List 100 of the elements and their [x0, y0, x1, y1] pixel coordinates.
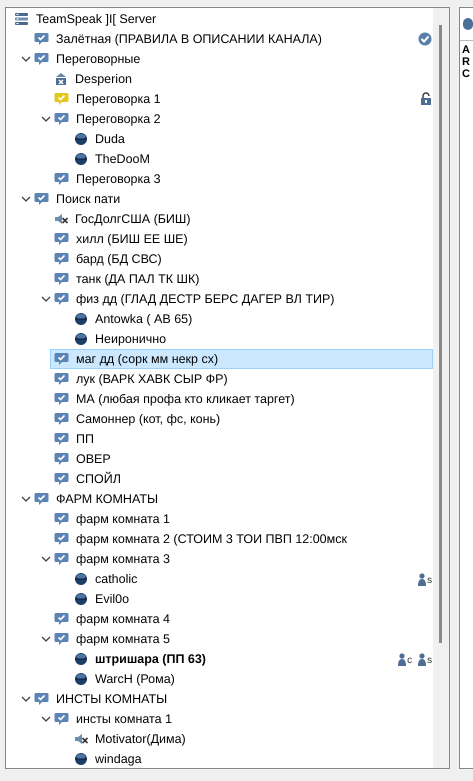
tree-item[interactable]: фарм комната 1 [50, 509, 434, 529]
tree-item[interactable]: физ дд (ГЛАД ДЕСТР БЕРС ДАГЕР ВЛ ТИР) [50, 289, 434, 309]
user-name: TheDooM [95, 152, 150, 166]
channel-bubble-icon [34, 52, 49, 66]
tree-item[interactable]: Поиск пати [30, 189, 434, 209]
away-icon [54, 72, 68, 86]
tree-item[interactable]: ОВЕР [50, 449, 434, 469]
chevron-down-icon[interactable] [41, 554, 51, 564]
channel-name: ИНСТЫ КОМНАТЫ [56, 692, 168, 706]
tree-item[interactable]: СПОЙЛ [50, 469, 434, 489]
tree-item[interactable]: штришара (ПП 63) c s [70, 649, 434, 669]
tree-item[interactable]: Переговорка 3 [50, 169, 434, 189]
channel-name: Переговорка 3 [76, 172, 161, 186]
channel-bubble-icon [54, 372, 69, 386]
scrollbar-thumb[interactable] [439, 25, 442, 643]
chevron-down-icon[interactable] [21, 494, 31, 504]
user-orb-icon [74, 152, 88, 166]
channel-name: Поиск пати [56, 192, 120, 206]
tree-item[interactable]: ГосДолгСША (БИШ) [50, 209, 434, 229]
tree-item[interactable]: фарм комната 5 [50, 629, 434, 649]
chevron-down-icon[interactable] [41, 714, 51, 724]
tree-item[interactable]: Evil0o [70, 589, 434, 609]
channel-bubble-icon [54, 292, 69, 306]
user-name: Motivator(Дима) [95, 732, 186, 746]
channel-name: Переговорка 2 [76, 112, 161, 126]
tree-item[interactable]: windaga [70, 749, 434, 768]
tree-item[interactable]: Переговорка 2 [50, 109, 434, 129]
tree-item[interactable]: Самоннер (кот, фс, конь) [50, 409, 434, 429]
tree-item[interactable]: бард (БД СВС) [50, 249, 434, 269]
channel-name: МА (любая профа кто кликает таргет) [76, 392, 295, 406]
channel-bubble-icon [54, 512, 69, 526]
channel-bubble-icon [34, 32, 49, 46]
channel-bubble-icon [54, 452, 69, 466]
info-text: C [462, 68, 471, 80]
user-name: catholic [95, 572, 138, 586]
person-icon [418, 572, 426, 586]
chevron-down-icon[interactable] [41, 114, 51, 124]
tree-item[interactable]: Залётная (ПРАВИЛА В ОПИСАНИИ КАНАЛА) [30, 29, 434, 49]
muted-speaker-icon [54, 212, 68, 226]
channel-name: маг дд (сорк мм некр сх) [76, 352, 218, 366]
tree-item[interactable]: ПП [50, 429, 434, 449]
tree-item[interactable]: ИНСТЫ КОМНАТЫ [30, 689, 434, 709]
chevron-down-icon[interactable] [41, 294, 51, 304]
tree-item[interactable]: фарм комната 2 (СТОИМ 3 ТОИ ПВП 12:00мск [50, 529, 434, 549]
channel-bubble-icon [54, 612, 69, 626]
channel-bubble-icon [54, 352, 69, 366]
user-orb-icon [74, 132, 88, 146]
tree-item[interactable]: TheDooM [70, 149, 434, 169]
info-text: R [462, 56, 471, 68]
user-name: WarcH (Рома) [95, 672, 175, 686]
scrollbar[interactable] [433, 8, 450, 768]
channel-bubble-icon [54, 712, 69, 726]
channel-bubble-icon [54, 532, 69, 546]
channel-bubble-icon [34, 192, 49, 206]
tree-item[interactable]: фарм комната 3 [50, 549, 434, 569]
channel-name: СПОЙЛ [76, 472, 121, 486]
tree-item[interactable]: Duda [70, 129, 434, 149]
user-orb-icon [74, 592, 88, 606]
channel-name: лук (ВАРК ХАВК СЫР ФР) [76, 372, 228, 386]
info-text: A [462, 44, 471, 56]
user-name: Evil0o [95, 592, 130, 606]
server-name: TeamSpeak ]I[ Server [36, 12, 156, 26]
server-item[interactable]: TeamSpeak ]I[ Server [10, 9, 434, 29]
user-orb-icon [74, 752, 88, 766]
chevron-down-icon[interactable] [41, 634, 51, 644]
user-name: ГосДолгСША (БИШ) [75, 212, 191, 226]
tree-item[interactable]: Переговорные [30, 49, 434, 69]
tree-item[interactable]: инсты комната 1 [50, 709, 434, 729]
user-name: Antowka ( АВ 65) [95, 312, 192, 326]
tree-item[interactable]: МА (любая профа кто кликает таргет) [50, 389, 434, 409]
chevron-down-icon[interactable] [21, 194, 31, 204]
group-letter: c [407, 656, 412, 666]
channel-bubble-icon [54, 232, 69, 246]
channel-bubble-icon [54, 272, 69, 286]
tree-item[interactable]: фарм комната 4 [50, 609, 434, 629]
user-orb-icon [74, 572, 88, 586]
user-name: windaga [95, 752, 142, 766]
channel-name: фарм комната 5 [76, 632, 170, 646]
tree-item[interactable]: Motivator(Дима) [70, 729, 434, 749]
tree-item[interactable]: Antowka ( АВ 65) [70, 309, 434, 329]
tree-item[interactable]: лук (ВАРК ХАВК СЫР ФР) [50, 369, 434, 389]
tree-item[interactable]: Переговорка 1 [50, 89, 434, 109]
user-name: Desperion [75, 72, 132, 86]
tree-item[interactable]: маг дд (сорк мм некр сх) [50, 349, 434, 369]
channel-bubble-icon [54, 632, 69, 646]
tree-item[interactable]: catholic s [70, 569, 434, 589]
tree-item[interactable]: WarcH (Рома) [70, 669, 434, 689]
tree-item[interactable]: Неиронично [70, 329, 434, 349]
server-icon [14, 12, 29, 26]
channel-name: фарм комната 2 (СТОИМ 3 ТОИ ПВП 12:00мск [76, 532, 347, 546]
chevron-down-icon[interactable] [21, 54, 31, 64]
tree-item[interactable]: ФАРМ КОМНАТЫ [30, 489, 434, 509]
tree-item[interactable]: хилл (БИШ ЕЕ ШЕ) [50, 229, 434, 249]
channel-name: ПП [76, 432, 94, 446]
chevron-down-icon[interactable] [21, 694, 31, 704]
tree-item[interactable]: танк (ДА ПАЛ ТК ШК) [50, 269, 434, 289]
user-orb-icon [74, 332, 88, 346]
user-orb-icon [74, 312, 88, 326]
channel-name: инсты комната 1 [76, 712, 172, 726]
tree-item[interactable]: Desperion [50, 69, 434, 89]
